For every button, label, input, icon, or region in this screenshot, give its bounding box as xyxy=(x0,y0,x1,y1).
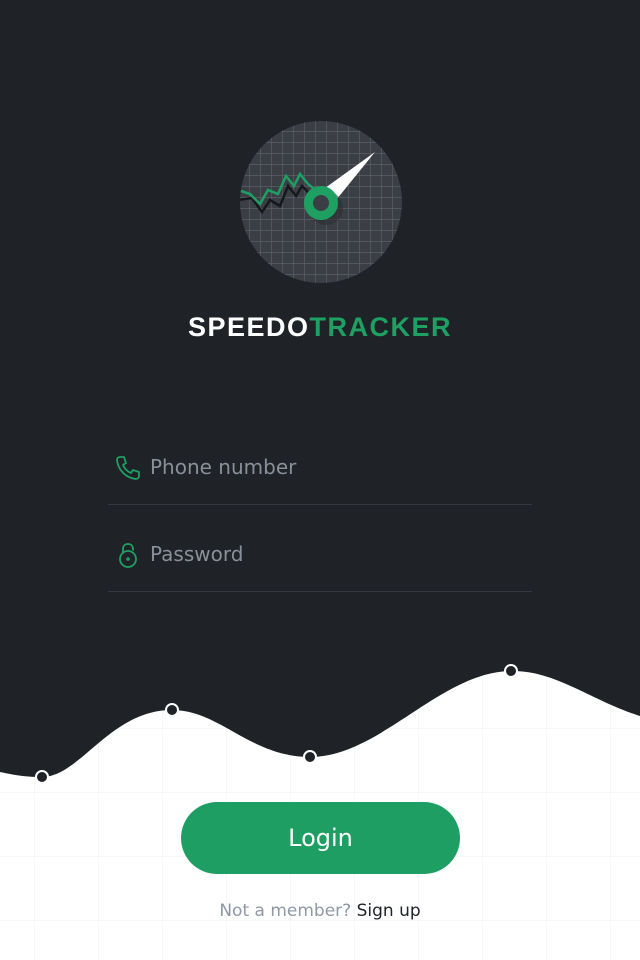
wave-point xyxy=(504,664,518,678)
password-input[interactable] xyxy=(150,539,520,569)
brand-title: SPEEDOTRACKER xyxy=(0,312,640,343)
lock-icon xyxy=(119,543,137,568)
wave-point xyxy=(35,770,49,784)
signup-prompt: Not a member? xyxy=(219,901,352,921)
brand-title-part1: SPEEDO xyxy=(187,312,310,342)
wave-point xyxy=(303,750,317,764)
password-field xyxy=(108,505,532,592)
wave-point xyxy=(165,703,179,717)
speedometer-logo-icon xyxy=(240,121,402,283)
login-screen: SPEEDOTRACKER Login Not a member? Sign u… xyxy=(0,0,640,960)
login-button[interactable]: Login xyxy=(181,802,460,874)
signup-row: Not a member? Sign up xyxy=(0,901,640,921)
phone-field xyxy=(108,418,532,505)
signup-link[interactable]: Sign up xyxy=(357,901,421,921)
phone-number-input[interactable] xyxy=(150,452,520,482)
brand-title-part2: TRACKER xyxy=(309,312,453,342)
phone-icon xyxy=(116,456,140,480)
